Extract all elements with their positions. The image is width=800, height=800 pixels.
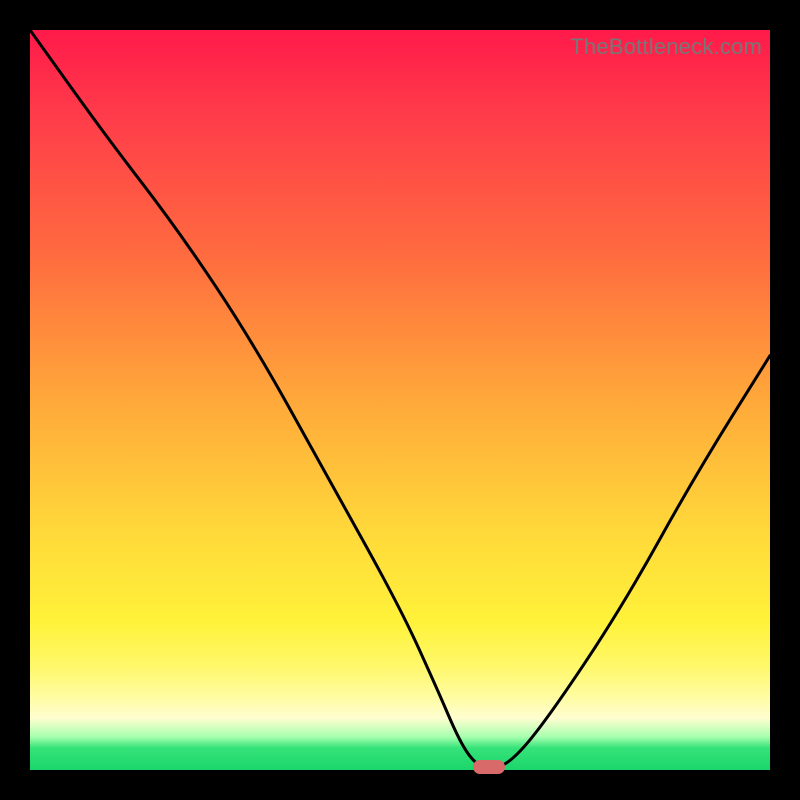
chart-plot-area: TheBottleneck.com [30,30,770,770]
optimum-marker [473,760,505,774]
bottleneck-curve [30,30,770,770]
chart-frame: TheBottleneck.com [0,0,800,800]
